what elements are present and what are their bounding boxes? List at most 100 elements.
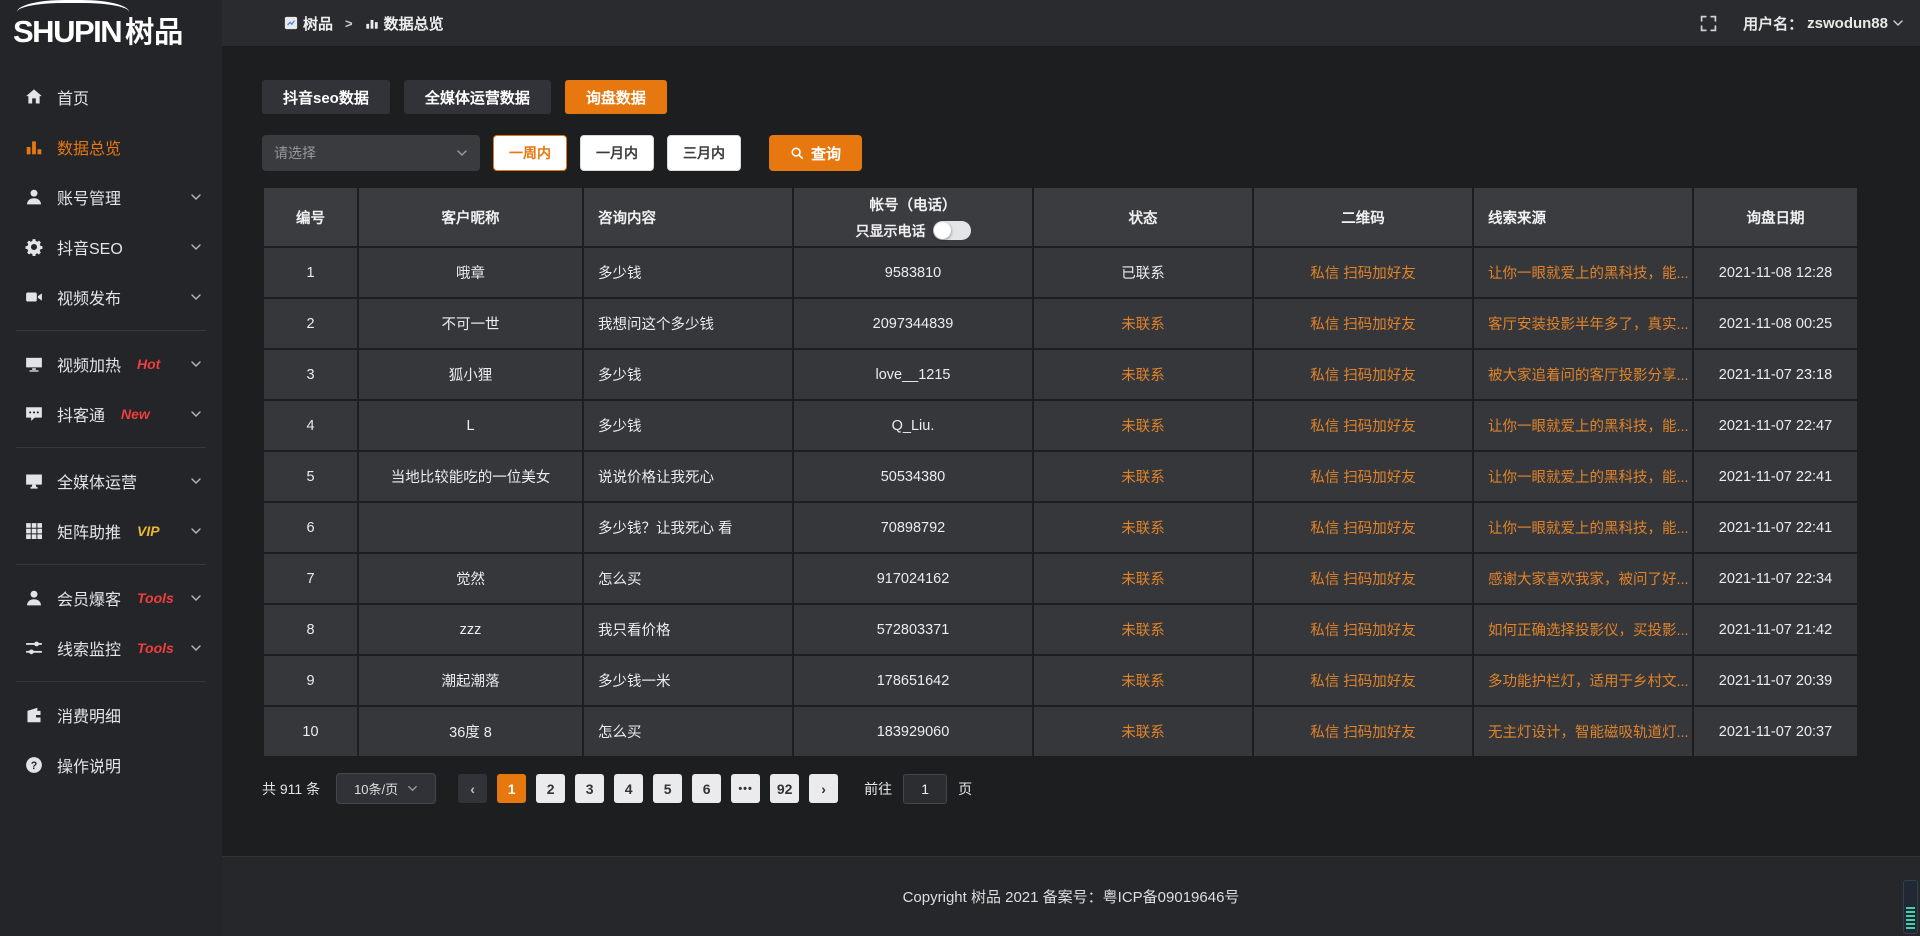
svg-text:?: ? xyxy=(31,760,38,772)
username: zswodun88 xyxy=(1807,15,1888,32)
filter-select[interactable]: 请选择 xyxy=(262,135,480,171)
chevron-down-icon xyxy=(190,475,202,487)
cell-nickname xyxy=(359,503,582,552)
range-button-one-week[interactable]: 一周内 xyxy=(493,135,567,171)
chevron-down-icon xyxy=(190,358,202,370)
cell-qrcode[interactable]: 私信 扫码加好友 xyxy=(1254,503,1472,552)
page-button-1[interactable]: 1 xyxy=(497,774,526,803)
table-row: 9潮起潮落多少钱一米178651642未联系私信 扫码加好友多功能护栏灯，适用于… xyxy=(264,656,1857,705)
breadcrumb-item[interactable]: 数据总览 xyxy=(365,13,444,34)
cell-source[interactable]: 多功能护栏灯，适用于乡村文... xyxy=(1474,656,1692,705)
question-icon: ? xyxy=(25,756,43,774)
user-menu[interactable]: 用户名： zswodun88 xyxy=(1743,13,1904,34)
range-button-one-month[interactable]: 一月内 xyxy=(580,135,654,171)
tab-inquiry-data[interactable]: 询盘数据 xyxy=(565,80,667,114)
next-page-button[interactable]: › xyxy=(809,774,838,803)
cell-qrcode[interactable]: 私信 扫码加好友 xyxy=(1254,707,1472,756)
sidebar-item-operation-guide[interactable]: ?操作说明 xyxy=(0,740,222,790)
page-button-6[interactable]: 6 xyxy=(692,774,721,803)
cell-id: 9 xyxy=(264,656,357,705)
cell-source[interactable]: 让你一眼就爱上的黑科技，能... xyxy=(1474,503,1692,552)
tab-douyin-seo-data[interactable]: 抖音seo数据 xyxy=(262,80,390,114)
cell-nickname: 36度 8 xyxy=(359,707,582,756)
cell-status: 未联系 xyxy=(1034,299,1252,348)
tab-media-operation-data[interactable]: 全媒体运营数据 xyxy=(404,80,551,114)
more-pages-button[interactable]: ••• xyxy=(731,774,760,803)
cell-qrcode[interactable]: 私信 扫码加好友 xyxy=(1254,554,1472,603)
cell-date: 2021-11-07 22:41 xyxy=(1694,503,1857,552)
footer: Copyright 树品 2021 备案号：粤ICP备09019646号 xyxy=(222,856,1920,936)
cell-qrcode[interactable]: 私信 扫码加好友 xyxy=(1254,350,1472,399)
table-head: 编号客户昵称咨询内容帐号（电话）只显示电话状态二维码线索来源询盘日期 xyxy=(264,188,1857,246)
sidebar-item-video-heating[interactable]: 视频加热Hot xyxy=(0,339,222,389)
sidebar-item-label: 矩阵助推 xyxy=(57,519,121,543)
screen-icon xyxy=(25,472,43,490)
sidebar-menu: 首页数据总览账号管理抖音SEO视频发布视频加热Hot抖客通New 全媒体运营矩阵助… xyxy=(0,60,222,790)
cell-source[interactable]: 让你一眼就爱上的黑科技，能... xyxy=(1474,248,1692,297)
cell-qrcode[interactable]: 私信 扫码加好友 xyxy=(1254,656,1472,705)
cell-content: 多少钱 xyxy=(584,350,792,399)
cell-source[interactable]: 感谢大家喜欢我家，被问了好... xyxy=(1474,554,1692,603)
sidebar-item-douyin-seo[interactable]: 抖音SEO xyxy=(0,222,222,272)
sliders-icon xyxy=(25,639,43,657)
breadcrumb-item[interactable]: 树品 xyxy=(284,13,333,34)
sidebar-item-account-manage[interactable]: 账号管理 xyxy=(0,172,222,222)
sidebar-item-label: 全媒体运营 xyxy=(57,469,137,493)
cell-qrcode[interactable]: 私信 扫码加好友 xyxy=(1254,605,1472,654)
grid-icon xyxy=(25,522,43,540)
chart-icon xyxy=(365,16,379,30)
cell-status: 未联系 xyxy=(1034,707,1252,756)
cell-source[interactable]: 如何正确选择投影仪，买投影... xyxy=(1474,605,1692,654)
query-button[interactable]: 查询 xyxy=(769,135,862,171)
cell-id: 6 xyxy=(264,503,357,552)
table-row: 1036度 8怎么买183929060未联系私信 扫码加好友无主灯设计，智能磁吸… xyxy=(264,707,1857,756)
cell-source[interactable]: 被大家追着问的客厅投影分享... xyxy=(1474,350,1692,399)
sidebar-item-media-operation[interactable]: 全媒体运营 xyxy=(0,456,222,506)
page-size-select[interactable]: 10条/页 xyxy=(336,773,436,804)
page-button-2[interactable]: 2 xyxy=(536,774,565,803)
cell-source[interactable]: 让你一眼就爱上的黑科技，能... xyxy=(1474,452,1692,501)
sidebar-item-label: 线索监控 xyxy=(57,636,121,660)
breadcrumb-label: 数据总览 xyxy=(384,13,444,34)
sidebar-item-badge: Tools xyxy=(137,640,174,656)
sidebar-item-member-baoke[interactable]: 会员爆客Tools xyxy=(0,573,222,623)
page-button-92[interactable]: 92 xyxy=(770,774,799,803)
chevron-down-icon xyxy=(456,147,468,159)
app-logo[interactable]: SHUPIN 树品 xyxy=(0,0,222,60)
cell-source[interactable]: 无主灯设计，智能磁吸轨道灯... xyxy=(1474,707,1692,756)
cell-qrcode[interactable]: 私信 扫码加好友 xyxy=(1254,248,1472,297)
cell-qrcode[interactable]: 私信 扫码加好友 xyxy=(1254,452,1472,501)
cell-qrcode[interactable]: 私信 扫码加好友 xyxy=(1254,401,1472,450)
sidebar-item-douketong[interactable]: 抖客通New xyxy=(0,389,222,439)
cell-account: 2097344839 xyxy=(794,299,1032,348)
range-button-three-month[interactable]: 三月内 xyxy=(667,135,741,171)
cell-date: 2021-11-07 22:41 xyxy=(1694,452,1857,501)
column-header-account: 帐号（电话）只显示电话 xyxy=(794,188,1032,246)
chevron-down-icon xyxy=(190,408,202,420)
sidebar-item-video-publish[interactable]: 视频发布 xyxy=(0,272,222,322)
cell-source[interactable]: 让你一眼就爱上的黑科技，能... xyxy=(1474,401,1692,450)
page-button-3[interactable]: 3 xyxy=(575,774,604,803)
main-content: 抖音seo数据全媒体运营数据询盘数据 请选择 一周内一月内三月内 查询 编号客户… xyxy=(222,46,1920,856)
goto-page-input[interactable] xyxy=(903,774,947,804)
column-header-date: 询盘日期 xyxy=(1694,188,1857,246)
sidebar-item-data-overview[interactable]: 数据总览 xyxy=(0,122,222,172)
sidebar-item-label: 首页 xyxy=(57,85,89,109)
sidebar-item-home[interactable]: 首页 xyxy=(0,72,222,122)
cell-source[interactable]: 客厅安装投影半年多了，真实... xyxy=(1474,299,1692,348)
sidebar-item-consume-detail[interactable]: 消费明细 xyxy=(0,690,222,740)
fullscreen-icon[interactable] xyxy=(1700,15,1717,32)
sidebar-item-badge: Tools xyxy=(137,590,174,606)
sidebar-item-label: 数据总览 xyxy=(57,135,121,159)
pagination-pages: ‹ 123456 ••• 92 › xyxy=(458,774,848,803)
sidebar-item-matrix-boost[interactable]: 矩阵助推VIP xyxy=(0,506,222,556)
page-button-5[interactable]: 5 xyxy=(653,774,682,803)
cell-account: 9583810 xyxy=(794,248,1032,297)
prev-page-button[interactable]: ‹ xyxy=(458,774,487,803)
phone-only-toggle[interactable] xyxy=(933,221,971,240)
page-button-4[interactable]: 4 xyxy=(614,774,643,803)
cell-account: 70898792 xyxy=(794,503,1032,552)
cell-status: 已联系 xyxy=(1034,248,1252,297)
sidebar-item-clue-monitor[interactable]: 线索监控 Tools xyxy=(0,623,222,673)
cell-qrcode[interactable]: 私信 扫码加好友 xyxy=(1254,299,1472,348)
